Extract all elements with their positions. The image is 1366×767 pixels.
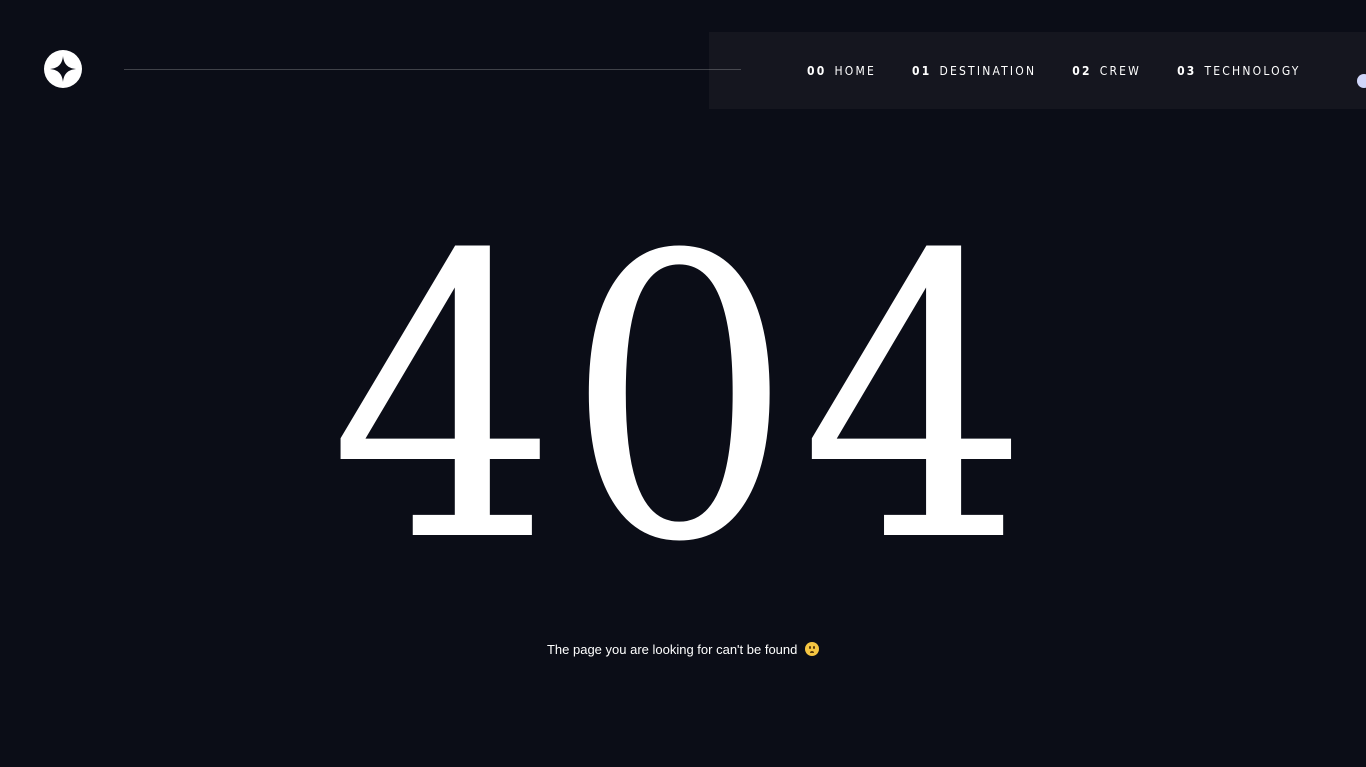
nav-item-home[interactable]: 00 HOME [807, 64, 876, 78]
nav-item-crew[interactable]: 02 CREW [1072, 64, 1141, 78]
nav-item-technology[interactable]: 03 TECHNOLOGY [1177, 64, 1301, 78]
nav-list: 00 HOME 01 DESTINATION 02 CREW 03 TECHNO… [807, 32, 1301, 109]
nav-item-label: HOME [834, 63, 876, 78]
nav-item-number: 02 [1072, 63, 1092, 78]
error-code-heading: 404 [329, 173, 1037, 627]
not-found-message-text: The page you are looking for can't be fo… [546, 642, 798, 657]
nav-item-destination[interactable]: 01 DESTINATION [912, 64, 1036, 78]
nav-item-number: 01 [912, 63, 932, 78]
header-divider-line [124, 69, 741, 70]
nav-item-label: TECHNOLOGY [1204, 63, 1301, 78]
nav-item-label: CREW [1099, 63, 1142, 78]
not-found-message: The page you are looking for can't be fo… [0, 642, 1366, 657]
home-logo-link[interactable] [44, 50, 82, 88]
primary-navigation: 00 HOME 01 DESTINATION 02 CREW 03 TECHNO… [709, 32, 1366, 109]
nav-item-number: 03 [1177, 63, 1197, 78]
nav-indicator-dot [1357, 74, 1366, 88]
star-logo-icon [50, 56, 76, 82]
worried-face-emoji-icon [805, 642, 819, 656]
nav-item-number: 00 [807, 63, 827, 78]
nav-item-label: DESTINATION [939, 63, 1037, 78]
